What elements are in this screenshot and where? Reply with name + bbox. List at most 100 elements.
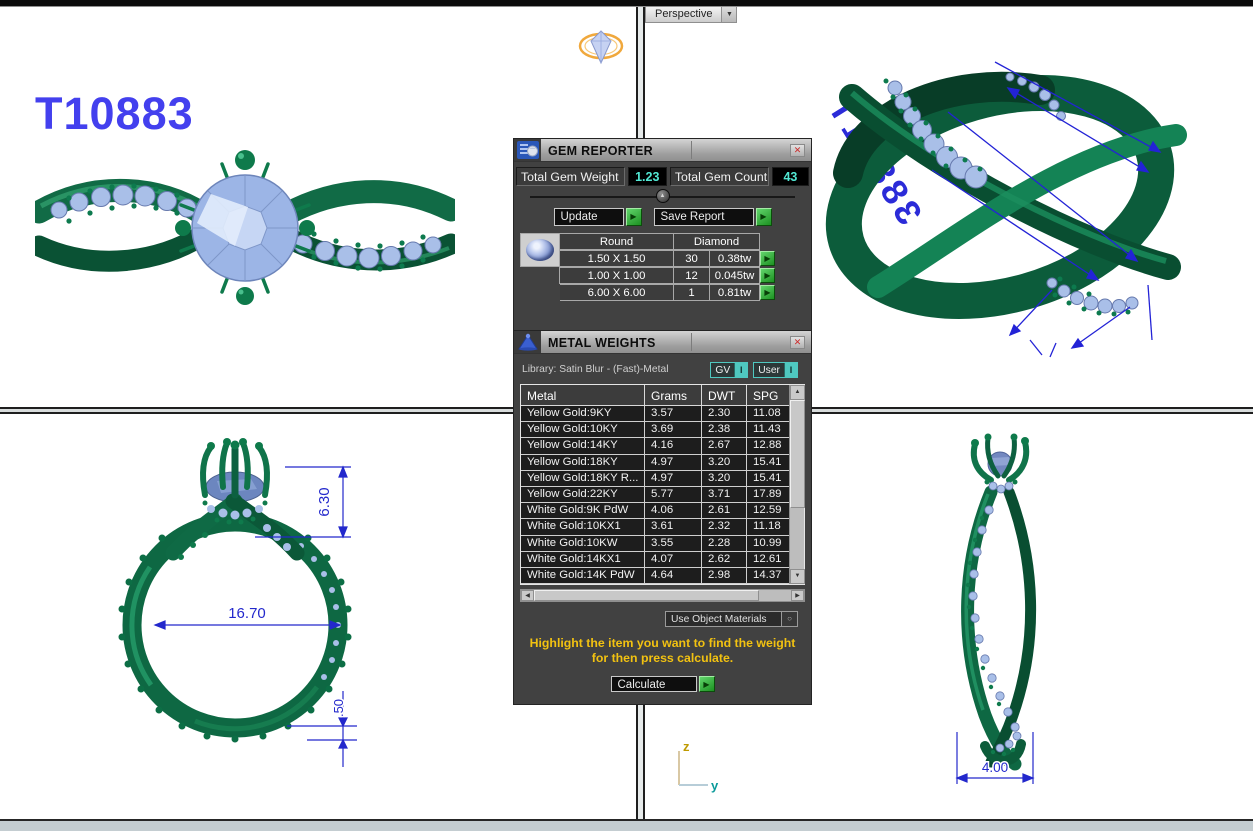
metal-grams: 4.64 [645, 568, 702, 583]
metal-dwt: 2.62 [702, 552, 747, 567]
materials-circle-icon[interactable]: ○ [781, 612, 797, 626]
gem-row-count[interactable]: 1 [674, 284, 710, 301]
scroll-right-icon[interactable]: ▶ [791, 590, 804, 601]
calculate-button[interactable]: Calculate [611, 676, 697, 692]
scrollbar-thumb[interactable] [790, 400, 805, 508]
horizontal-scrollbar[interactable]: ◀ ▶ [520, 589, 805, 602]
chevron-down-icon[interactable]: ▼ [722, 7, 737, 23]
prong-tips-front [207, 438, 263, 450]
application-window: T10883 [0, 0, 1253, 831]
viewport-title-button[interactable]: Perspective ▼ [645, 7, 737, 23]
metal-grams: 4.07 [645, 552, 702, 567]
metal-weights-title: METAL WEIGHTS [541, 331, 691, 353]
close-icon[interactable]: ✕ [790, 144, 805, 157]
scale-icon [514, 331, 541, 353]
gem-row-size[interactable]: 6.00 X 6.00 [560, 284, 674, 301]
metal-table: Metal Grams DWT SPG Yellow Gold:9KY 3.57… [520, 384, 805, 585]
metal-name: Yellow Gold:9KY [521, 406, 645, 421]
save-report-button[interactable]: Save Report [654, 208, 754, 226]
metal-table-header: Metal Grams DWT SPG [521, 385, 804, 406]
gem-row-weight[interactable]: 0.81tw [710, 284, 760, 301]
metal-row[interactable]: White Gold:9K PdW 4.06 2.61 12.59 [521, 503, 804, 519]
metal-grams: 3.55 [645, 536, 702, 551]
scroll-left-icon[interactable]: ◀ [521, 590, 534, 601]
metal-grams: 5.77 [645, 487, 702, 502]
metal-weights-titlebar[interactable]: METAL WEIGHTS ✕ [514, 331, 811, 354]
metal-dwt: 2.32 [702, 519, 747, 534]
dimension-label-shank-thickness: .50 [331, 699, 346, 717]
gem-thumbnail [520, 233, 560, 267]
axis-indicator: z y [672, 738, 747, 793]
vertical-scrollbar[interactable]: ▲ ▼ [789, 385, 804, 584]
metal-row[interactable]: Yellow Gold:9KY 3.57 2.30 11.08 [521, 406, 804, 422]
status-bar [0, 819, 1253, 831]
dimension-label-shank-width: 4.00 [982, 760, 1008, 775]
gem-row-count[interactable]: 12 [674, 267, 710, 284]
use-object-materials-label: Use Object Materials [666, 612, 781, 626]
metal-name: Yellow Gold:18KY [521, 455, 645, 470]
metal-grams: 4.97 [645, 471, 702, 486]
dimension-label-head-height: 6.30 [316, 487, 333, 516]
metal-row[interactable]: Yellow Gold:14KY 4.16 2.67 12.88 [521, 438, 804, 454]
scroll-down-icon[interactable]: ▼ [790, 569, 805, 584]
ring-front-view-render: 6.30 16.70 .50 [55, 425, 405, 795]
close-icon[interactable]: ✕ [790, 336, 805, 349]
metal-row[interactable]: White Gold:14KX1 4.07 2.62 12.61 [521, 552, 804, 568]
metal-grams: 3.61 [645, 519, 702, 534]
gem-row-size[interactable]: 1.00 X 1.00 [560, 267, 674, 284]
axis-label-y: y [711, 778, 719, 793]
metal-dwt: 2.67 [702, 438, 747, 453]
metal-row[interactable]: Yellow Gold:18KY R... 4.97 3.20 15.41 [521, 471, 804, 487]
gem-row-weight[interactable]: 0.38tw [710, 250, 760, 267]
metal-name: White Gold:14KX1 [521, 552, 645, 567]
gv-toggle-indicator[interactable]: I [734, 363, 747, 377]
metal-name: Yellow Gold:22KY [521, 487, 645, 502]
gem-reporter-titlebar[interactable]: GEM REPORTER ✕ [514, 139, 811, 162]
metal-dwt: 2.28 [702, 536, 747, 551]
scroll-up-icon[interactable]: ▲ [790, 385, 805, 400]
metal-name: White Gold:10KW [521, 536, 645, 551]
user-label: User [754, 363, 784, 377]
hint-line-2: for then press calculate. [514, 651, 811, 666]
metal-dwt: 3.71 [702, 487, 747, 502]
gem-image [526, 239, 554, 261]
save-report-run-icon[interactable]: ▶ [756, 208, 772, 226]
gem-row-run-icon[interactable]: ▶ [760, 251, 775, 266]
metal-dwt: 2.38 [702, 422, 747, 437]
viewport-title-label[interactable]: Perspective [645, 7, 722, 23]
column-header-grams[interactable]: Grams [645, 385, 702, 405]
metal-row[interactable]: White Gold:10KX1 3.61 2.32 11.18 [521, 519, 804, 535]
metal-row[interactable]: Yellow Gold:22KY 5.77 3.71 17.89 [521, 487, 804, 503]
metal-grams: 4.16 [645, 438, 702, 453]
update-button[interactable]: Update [554, 208, 624, 226]
gem-row-run-icon[interactable]: ▶ [760, 285, 775, 300]
column-header-metal[interactable]: Metal [521, 385, 645, 405]
gem-row-weight[interactable]: 0.045tw [710, 267, 760, 284]
gv-toggle[interactable]: GV I [710, 362, 748, 378]
metal-row[interactable]: Yellow Gold:18KY 4.97 3.20 15.41 [521, 455, 804, 471]
metal-name: White Gold:10KX1 [521, 519, 645, 534]
gem-row-run-icon[interactable]: ▶ [760, 268, 775, 283]
metal-row[interactable]: Yellow Gold:10KY 3.69 2.38 11.43 [521, 422, 804, 438]
dimension-label-inner-diameter: 16.70 [228, 605, 266, 622]
user-toggle[interactable]: User I [753, 362, 798, 378]
metal-dwt: 3.20 [702, 455, 747, 470]
mini-gold-ring-render [576, 27, 626, 69]
update-run-icon[interactable]: ▶ [626, 208, 642, 226]
slider-knob[interactable]: ▲ [656, 189, 670, 203]
gem-row-size[interactable]: 1.50 X 1.50 [560, 250, 674, 267]
column-header-dwt[interactable]: DWT [702, 385, 747, 405]
gem-reporter-panel: GEM REPORTER ✕ Total Gem Weight 1.23 Tot… [513, 138, 812, 331]
calculate-run-icon[interactable]: ▶ [699, 676, 715, 692]
metal-row[interactable]: White Gold:14K PdW 4.64 2.98 14.37 [521, 568, 804, 584]
metal-row[interactable]: White Gold:10KW 3.55 2.28 10.99 [521, 536, 804, 552]
metal-weights-panel: METAL WEIGHTS ✕ Library: Satin Blur - (F… [513, 330, 812, 705]
gem-row-count[interactable]: 30 [674, 250, 710, 267]
scrollbar-thumb[interactable] [534, 590, 759, 601]
use-object-materials-dropdown[interactable]: Use Object Materials ○ [665, 611, 798, 627]
metal-name: Yellow Gold:10KY [521, 422, 645, 437]
total-gem-weight-value: 1.23 [628, 167, 667, 186]
panel-collapse-slider: ▲ [530, 189, 795, 204]
user-toggle-indicator[interactable]: I [784, 363, 797, 377]
metal-dwt: 2.61 [702, 503, 747, 518]
